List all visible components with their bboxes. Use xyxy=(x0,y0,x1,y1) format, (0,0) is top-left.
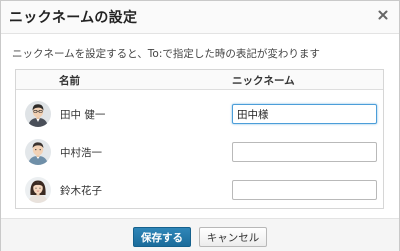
column-header-nickname: ニックネーム xyxy=(232,75,295,87)
user-name: 鈴木花子 xyxy=(60,185,102,197)
user-name: 中村浩一 xyxy=(60,147,102,159)
dialog-footer: 保存する キャンセル xyxy=(1,218,399,251)
close-icon[interactable] xyxy=(376,8,390,22)
dialog-header: ニックネームの設定 xyxy=(1,1,399,34)
nickname-input[interactable] xyxy=(232,142,377,162)
table-header: 名前 ニックネーム xyxy=(16,70,383,90)
table-row: 鈴木花子 xyxy=(16,174,383,212)
nickname-input[interactable] xyxy=(232,180,377,200)
nickname-input[interactable] xyxy=(232,104,377,124)
column-header-name: 名前 xyxy=(59,75,80,87)
dialog-title: ニックネームの設定 xyxy=(9,10,138,26)
nickname-dialog: ニックネームの設定 ニックネームを設定すると、To:で指定した時の表記が変わりま… xyxy=(0,0,400,251)
save-button[interactable]: 保存する xyxy=(133,227,191,247)
table-row: 中村浩一 xyxy=(16,136,383,174)
avatar-woman-icon xyxy=(25,177,51,203)
nickname-table: 名前 ニックネーム 田中 健一 田中様 中村浩一 鈴木花子 xyxy=(15,69,384,209)
avatar-man-glasses-icon xyxy=(25,101,51,127)
cancel-button[interactable]: キャンセル xyxy=(199,227,267,247)
avatar-man-short-hair-icon xyxy=(25,139,51,165)
user-name: 田中 健一 xyxy=(60,109,106,121)
table-row: 田中 健一 xyxy=(16,98,383,136)
dialog-description: ニックネームを設定すると、To:で指定した時の表記が変わります xyxy=(12,48,320,60)
